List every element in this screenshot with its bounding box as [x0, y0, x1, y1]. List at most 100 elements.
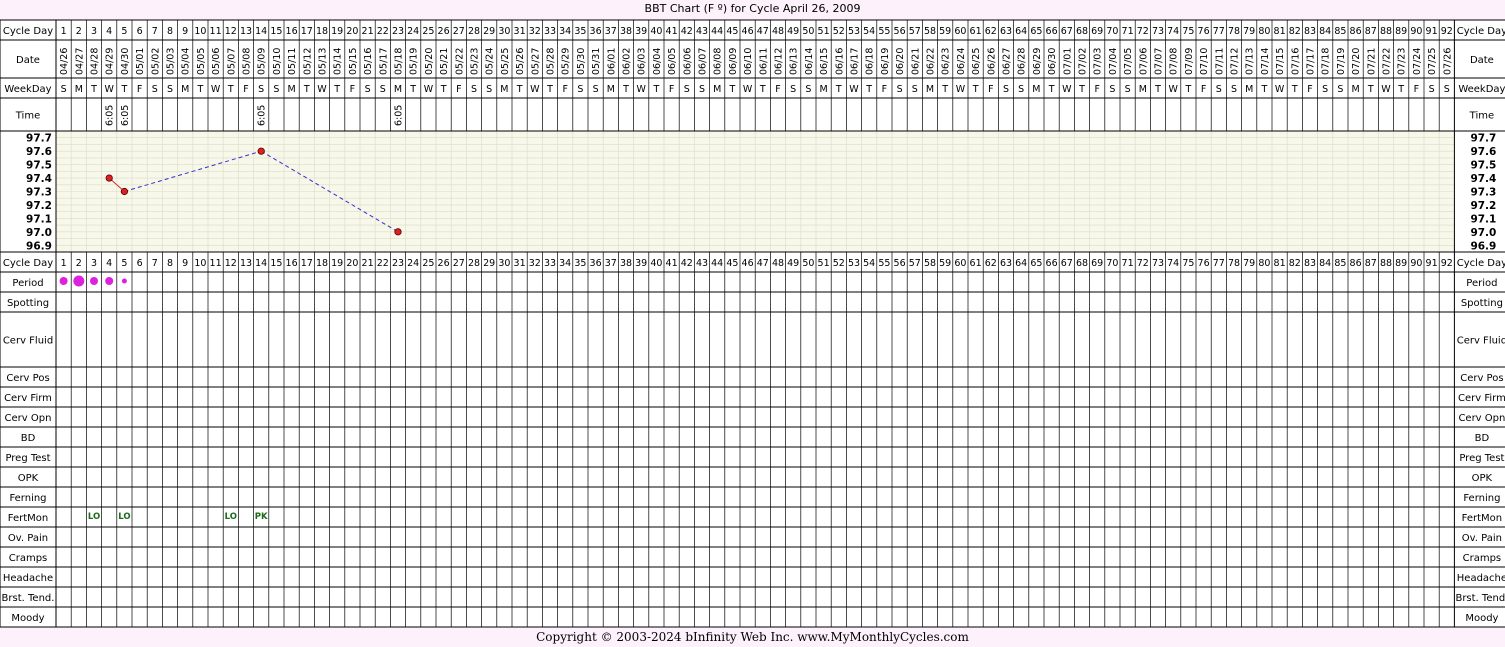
weekday-cell: W: [956, 84, 966, 95]
cycle-day-number: 20: [346, 258, 358, 269]
cycle-day-number: 27: [453, 26, 465, 37]
fertmon-label-right: FertMon: [1462, 513, 1502, 524]
temp-label-left: 97.1: [26, 213, 52, 225]
weekday-cell: T: [1367, 84, 1374, 95]
cycle-day-number: 41: [666, 26, 678, 37]
date-cell: 07/01: [1062, 48, 1073, 75]
cycle-day-number: 42: [681, 258, 693, 269]
cycle-day-number: 42: [681, 26, 693, 37]
fertmon-reading: LO: [118, 512, 130, 522]
date-cell: 07/19: [1336, 48, 1347, 75]
fertmon-reading: LO: [88, 512, 100, 522]
weekday-cell: W: [211, 84, 221, 95]
date-cell: 07/22: [1382, 48, 1393, 75]
date-cell: 07/25: [1427, 48, 1438, 75]
weekday-cell: W: [1381, 84, 1391, 95]
cycle-day-number: 83: [1304, 26, 1316, 37]
cycle-day-number: 46: [742, 258, 754, 269]
cycle-day-number: 27: [453, 258, 465, 269]
weekday-cell: W: [849, 84, 859, 95]
date-label-right: Date: [1470, 55, 1494, 66]
temp-label-left: 97.3: [26, 187, 52, 199]
cycle-day-number: 55: [878, 26, 890, 37]
cycle-day-number: 88: [1380, 26, 1392, 37]
cycle-day-number: 8: [167, 258, 173, 269]
cycle-day-number: 26: [438, 258, 450, 269]
date-cell: 06/25: [971, 48, 982, 75]
date-cell: 05/03: [166, 48, 177, 75]
cycle-day-number: 77: [1213, 258, 1225, 269]
temp-label-left: 97.2: [26, 200, 52, 212]
cycle-day-number: 10: [194, 26, 206, 37]
cycle-day-number: 70: [1106, 26, 1118, 37]
cycle-day-number: 52: [833, 258, 845, 269]
cycle-day-number: 53: [848, 26, 860, 37]
date-cell: 07/15: [1275, 48, 1286, 75]
temp-point: [120, 187, 129, 196]
date-label-left: Date: [16, 55, 40, 66]
cycle-day-number: 45: [726, 26, 738, 37]
cycle-day-number: 50: [802, 26, 814, 37]
date-cell: 05/15: [348, 48, 359, 75]
weekday-cell: T: [972, 84, 979, 95]
cycle-day-number: 52: [833, 26, 845, 37]
date-cell: 05/18: [394, 48, 405, 75]
cycle-day-number: 62: [985, 258, 997, 269]
date-cell: 06/15: [819, 48, 830, 75]
weekday-cell: F: [1307, 84, 1312, 95]
period-label-left: Period: [12, 278, 43, 289]
weekday-label-left: WeekDay: [4, 84, 51, 95]
weekday-cell: M: [500, 84, 508, 95]
weekday-cell: S: [486, 84, 492, 95]
bbt-chart: 97.7 97.797.6 97.697.5 97.597.4 97.497.3 97.3…: [0, 19, 1505, 628]
date-cell: 05/16: [363, 48, 374, 75]
weekday-cell: W: [1275, 84, 1285, 95]
date-cell: 05/26: [515, 48, 526, 75]
cycle-day-row-2-label-left: Cycle Day: [3, 258, 53, 269]
cycle-day-number: 37: [605, 26, 617, 37]
cycle-day-number: 29: [483, 26, 495, 37]
date-cell: 05/07: [226, 48, 237, 75]
cycle-day-number: 61: [970, 258, 982, 269]
date-cell: 05/24: [485, 48, 496, 75]
weekday-cell: T: [1397, 84, 1404, 95]
weekday-cell: F: [350, 84, 355, 95]
weekday-cell: M: [181, 84, 189, 95]
date-cell: 06/09: [728, 48, 739, 75]
temp-label-right: 97.2: [1470, 200, 1496, 212]
cycle-day-row-2-label-right: Cycle Day: [1457, 258, 1505, 269]
temp-label-right: 97.3: [1470, 187, 1496, 199]
cycle-day-number: 85: [1334, 26, 1346, 37]
cycle-day-label-right: Cycle Day: [1457, 26, 1505, 37]
cycle-day-number: 62: [985, 26, 997, 37]
weekday-cell: S: [1444, 84, 1450, 95]
cycle-day-number: 78: [1228, 258, 1240, 269]
date-cell: 05/23: [470, 48, 481, 75]
cycle-day-number: 15: [270, 258, 282, 269]
cycle-day-number: 47: [757, 26, 769, 37]
date-cell: 04/30: [120, 48, 131, 75]
cycle-day-number: 9: [182, 258, 188, 269]
weekday-cell: F: [882, 84, 887, 95]
weekday-cell: F: [1094, 84, 1099, 95]
weekday-cell: F: [1201, 84, 1206, 95]
weekday-cell: T: [333, 84, 340, 95]
cycle-day-number: 28: [468, 258, 480, 269]
period-dot: [121, 278, 127, 284]
weekday-cell: T: [652, 84, 659, 95]
weekday-cell: W: [530, 84, 540, 95]
cycle-day-number: 64: [1015, 258, 1027, 269]
cycle-day-number: 55: [878, 258, 890, 269]
cycle-day-number: 90: [1410, 258, 1422, 269]
weekday-cell: S: [365, 84, 371, 95]
cycle-day-number: 54: [863, 26, 875, 37]
weekday-cell: S: [1231, 84, 1237, 95]
spotting-label-left: Spotting: [7, 298, 49, 309]
cycle-day-number: 1: [61, 26, 67, 37]
cycle-day-number: 31: [514, 26, 526, 37]
cycle-day-number: 28: [468, 26, 480, 37]
cycle-day-number: 19: [331, 26, 343, 37]
date-cell: 06/18: [865, 48, 876, 75]
time-label-right: Time: [1469, 111, 1494, 122]
weekday-cell: T: [227, 84, 234, 95]
